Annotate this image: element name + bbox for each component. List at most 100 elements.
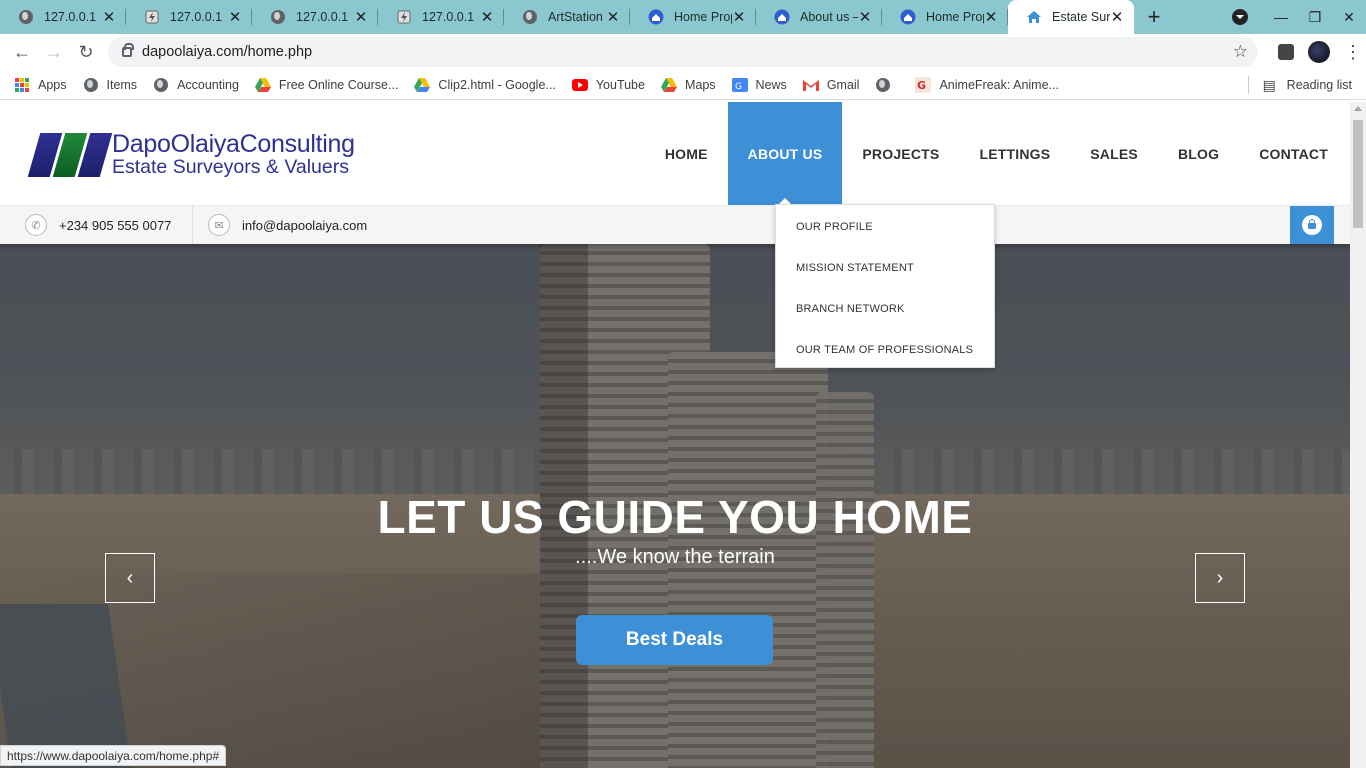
- browser-tab[interactable]: ArtStation - ✕: [504, 0, 630, 34]
- status-bar-url: https://www.dapoolaiya.com/home.php#: [0, 745, 227, 766]
- close-icon[interactable]: ✕: [354, 8, 368, 26]
- webpage: DapoOlaiyaConsulting Estate Surveyors & …: [0, 102, 1350, 768]
- bookmark-label: Clip2.html - Google...: [438, 77, 556, 92]
- bookmark-accounting[interactable]: Accounting: [153, 77, 239, 93]
- browser-tab-active[interactable]: Estate Surv ✕: [1008, 0, 1134, 34]
- tab-title: Estate Surv: [1052, 10, 1110, 24]
- bookmark-free-online-course[interactable]: Free Online Course...: [254, 77, 399, 93]
- browser-tab[interactable]: 127.0.0.1 ✕: [126, 0, 252, 34]
- close-icon[interactable]: ✕: [858, 8, 872, 26]
- nav-contact[interactable]: CONTACT: [1239, 102, 1348, 205]
- restore-icon[interactable]: ❐: [1298, 9, 1332, 26]
- new-tab-button[interactable]: +: [1134, 0, 1174, 34]
- lock-icon[interactable]: [122, 43, 134, 57]
- email-address[interactable]: info@dapoolaiya.com: [242, 218, 367, 233]
- browser-tab[interactable]: 127.0.0.1 ✕: [0, 0, 126, 34]
- bookmark-clip2[interactable]: Clip2.html - Google...: [414, 77, 556, 93]
- bookmark-unnamed[interactable]: [875, 77, 899, 93]
- close-icon[interactable]: ✕: [228, 8, 242, 26]
- close-icon[interactable]: ✕: [984, 8, 998, 26]
- dropdown-item-branch-network[interactable]: BRANCH NETWORK: [776, 288, 994, 329]
- browser-tab[interactable]: 127.0.0.1 ✕: [252, 0, 378, 34]
- extensions-icon[interactable]: [1278, 44, 1294, 60]
- profile-avatar[interactable]: [1308, 41, 1330, 63]
- browser-tab[interactable]: 127.0.0.1 ✕: [378, 0, 504, 34]
- close-icon[interactable]: ✕: [480, 8, 494, 26]
- bookmarks-bar: Apps Items Accounting Free Online Course…: [0, 70, 1366, 100]
- tab-title: 127.0.0.1: [296, 10, 349, 24]
- close-icon[interactable]: ✕: [1110, 8, 1124, 26]
- nav-home[interactable]: HOME: [645, 102, 728, 205]
- scroll-up-icon[interactable]: [1354, 106, 1362, 111]
- dropdown-item-mission-statement[interactable]: MISSION STATEMENT: [776, 247, 994, 288]
- bookmark-label: Free Online Course...: [278, 77, 399, 92]
- best-deals-button[interactable]: Best Deals: [576, 615, 773, 665]
- bookmark-star-icon[interactable]: ☆: [1233, 42, 1248, 62]
- bookmark-apps[interactable]: Apps: [14, 77, 67, 93]
- house-icon: [1026, 9, 1042, 25]
- dropdown-item-team[interactable]: OUR TEAM OF PROFESSIONALS: [776, 329, 994, 370]
- hero-slider: LET US GUIDE YOU HOME ....We know the te…: [0, 244, 1350, 768]
- reading-list-button[interactable]: ▤ Reading list: [1247, 70, 1352, 100]
- browser-toolbar: ← → ↻ dapoolaiya.com/home.php ☆ ⋮: [0, 34, 1366, 70]
- scrollbar-thumb[interactable]: [1353, 120, 1363, 228]
- youtube-icon: [571, 77, 588, 93]
- minimize-icon[interactable]: —: [1264, 9, 1298, 25]
- nav-sales[interactable]: SALES: [1070, 102, 1158, 205]
- bookmark-label: News: [755, 77, 787, 92]
- site-header: DapoOlaiyaConsulting Estate Surveyors & …: [0, 102, 1350, 205]
- phone-contact[interactable]: ✆ +234 905 555 0077: [25, 206, 171, 244]
- dropdown-item-our-profile[interactable]: OUR PROFILE: [776, 206, 994, 247]
- slider-prev-button[interactable]: ‹: [105, 553, 155, 603]
- drive-icon: [254, 77, 271, 93]
- logo-tagline: Estate Surveyors & Valuers: [112, 156, 349, 178]
- bookmark-animefreak[interactable]: G AnimeFreak: Anime...: [915, 76, 1059, 93]
- hero-title: LET US GUIDE YOU HOME: [377, 491, 973, 543]
- animefreak-icon: G: [915, 76, 932, 93]
- drive-icon: [414, 77, 431, 93]
- nav-projects[interactable]: PROJECTS: [842, 102, 959, 205]
- close-icon[interactable]: ✕: [102, 8, 116, 26]
- slider-next-button[interactable]: ›: [1195, 553, 1245, 603]
- address-text[interactable]: dapoolaiya.com/home.php: [142, 44, 312, 60]
- home-badge-icon: [900, 9, 916, 25]
- email-contact[interactable]: ✉ info@dapoolaiya.com: [208, 206, 367, 244]
- menu-kebab-icon[interactable]: ⋮: [1344, 42, 1362, 63]
- tab-title: ArtStation -: [548, 10, 606, 24]
- site-logo[interactable]: DapoOlaiyaConsulting Estate Surveyors & …: [27, 132, 355, 178]
- close-icon[interactable]: ✕: [606, 8, 620, 26]
- nav-about-us[interactable]: ABOUT US: [727, 102, 843, 205]
- home-badge-icon: [774, 9, 790, 25]
- forward-icon[interactable]: →: [38, 36, 70, 68]
- browser-tab[interactable]: About us – ✕: [756, 0, 882, 34]
- bookmark-gmail[interactable]: Gmail: [802, 77, 860, 93]
- tab-title: 127.0.0.1: [422, 10, 475, 24]
- address-bar[interactable]: dapoolaiya.com/home.php ☆: [108, 37, 1258, 67]
- bookmark-label: Maps: [684, 77, 716, 92]
- bookmark-items[interactable]: Items: [83, 77, 137, 93]
- login-button[interactable]: [1290, 206, 1334, 244]
- bookmark-youtube[interactable]: YouTube: [571, 77, 645, 93]
- globe-icon: [83, 77, 99, 93]
- tab-search-icon[interactable]: [1232, 9, 1248, 25]
- bookmark-label: Gmail: [826, 77, 860, 92]
- lock-icon: [1302, 215, 1322, 235]
- globe-icon: [153, 77, 169, 93]
- window-close-icon[interactable]: ✕: [1332, 9, 1366, 26]
- browser-tab[interactable]: Home Prop ✕: [882, 0, 1008, 34]
- close-icon[interactable]: ✕: [732, 8, 746, 26]
- nav-blog[interactable]: BLOG: [1158, 102, 1239, 205]
- bookmark-maps[interactable]: Maps: [660, 77, 716, 93]
- back-icon[interactable]: ←: [6, 36, 38, 68]
- bookmark-news[interactable]: G News: [731, 77, 787, 93]
- hero-subtitle: ....We know the terrain: [575, 546, 775, 568]
- lightning-page-icon: [144, 9, 160, 25]
- nav-lettings[interactable]: LETTINGS: [959, 102, 1070, 205]
- bookmark-label: Accounting: [177, 77, 239, 92]
- globe-icon: [875, 77, 891, 93]
- browser-tab[interactable]: Home Prop ✕: [630, 0, 756, 34]
- chevron-right-icon: ›: [1216, 566, 1224, 589]
- page-scrollbar[interactable]: [1350, 102, 1366, 768]
- phone-number[interactable]: +234 905 555 0077: [59, 218, 171, 233]
- reload-icon[interactable]: ↻: [70, 36, 102, 68]
